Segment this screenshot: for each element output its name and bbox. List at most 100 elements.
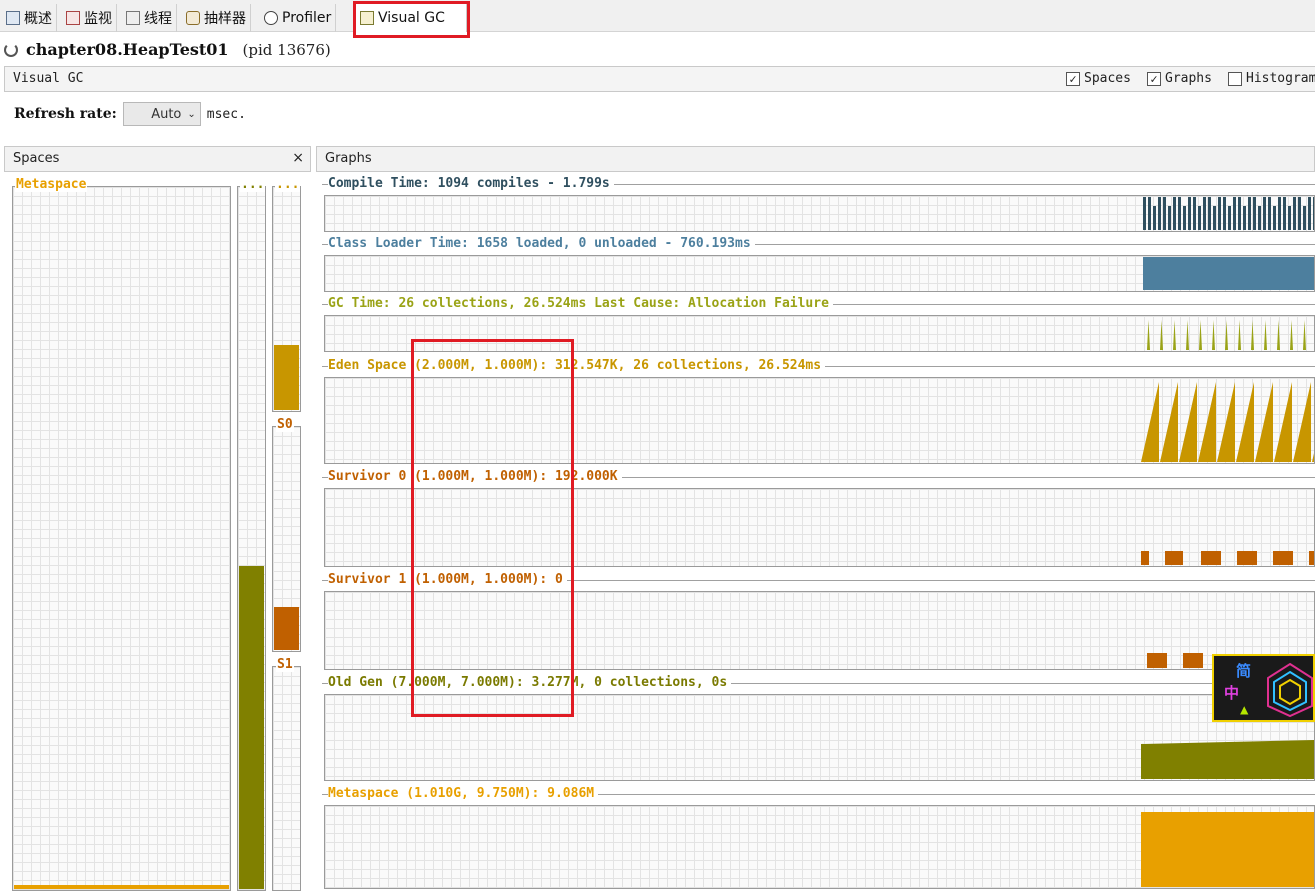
ime-badge[interactable]: 简 中 ▲ <box>1212 654 1315 722</box>
series-mark <box>1148 197 1151 230</box>
shirt-icon: ▲ <box>1240 702 1249 718</box>
visual-gc-header: Visual GC ✓ Spaces ✓ Graphs Histogram <box>4 66 1315 92</box>
old-gen-title: Old Gen (7.000M, 7.000M): 3.277M, 0 coll… <box>328 675 732 690</box>
s0-space-label: S0 <box>276 417 294 432</box>
series-mark <box>1237 551 1257 565</box>
s0-space-box <box>272 426 301 652</box>
old-space-box <box>237 186 266 891</box>
tab-visual-gc[interactable]: Visual GC <box>355 3 467 32</box>
tab-threads[interactable]: 线程 <box>122 4 177 32</box>
s1-space-box <box>272 666 301 891</box>
old-space-fill <box>239 565 264 889</box>
refresh-rate-label: Refresh rate: <box>14 106 117 122</box>
series-mark <box>1203 197 1206 230</box>
old-space-label: ... <box>240 177 266 192</box>
refresh-rate-value: Auto <box>151 106 182 122</box>
app-pid: (pid 13676) <box>242 40 331 59</box>
series-mark <box>1308 197 1311 230</box>
checkbox-unchecked-icon <box>1228 71 1242 86</box>
checkbox-label: Histogram <box>1246 71 1315 86</box>
s1-space-label: S1 <box>276 657 294 672</box>
survivor0-series <box>1141 551 1314 565</box>
series-mark <box>1143 197 1146 230</box>
series-mark <box>1193 197 1196 230</box>
series-area <box>1186 320 1189 350</box>
old-gen-series <box>1141 740 1314 779</box>
gc-time-graph <box>324 315 1315 352</box>
series-mark <box>1153 206 1156 230</box>
series-mark <box>1309 551 1314 565</box>
series-area <box>1277 320 1280 350</box>
series-mark <box>1303 206 1306 230</box>
series-mark <box>1273 206 1276 230</box>
tab-label: 监视 <box>84 11 112 27</box>
spaces-checkbox[interactable]: ✓ Spaces <box>1066 71 1131 86</box>
survivor1-title: Survivor 1 (1.000M, 1.000M): 0 <box>328 572 567 587</box>
checkbox-checked-icon: ✓ <box>1066 71 1080 86</box>
spaces-panel-title: Spaces <box>13 151 60 166</box>
survivor1-graph <box>324 591 1315 670</box>
series-mark <box>1158 197 1161 230</box>
series-mark <box>1263 197 1266 230</box>
tab-profiler[interactable]: Profiler <box>260 4 337 32</box>
metaspace-graph <box>324 805 1315 889</box>
compile-time-title: Compile Time: 1094 compiles - 1.799s <box>328 176 614 191</box>
tab-sampler[interactable]: 抽样器 <box>182 4 251 32</box>
series-mark <box>1313 197 1314 230</box>
refresh-rate-unit: msec. <box>206 106 246 122</box>
series-mark <box>1248 197 1251 230</box>
series-mark <box>1188 197 1191 230</box>
series-mark <box>1298 197 1301 230</box>
checkbox-label: Spaces <box>1084 71 1131 86</box>
graphs-checkbox[interactable]: ✓ Graphs <box>1147 71 1212 86</box>
series-mark <box>1243 206 1246 230</box>
series-mark <box>1173 197 1176 230</box>
refresh-rate-select[interactable]: Auto ⌄ <box>122 102 201 126</box>
cube-logo-icon <box>1267 662 1313 718</box>
series-area <box>1141 382 1314 462</box>
series-area <box>1173 320 1176 350</box>
series-mark <box>1178 197 1181 230</box>
checkbox-label: Graphs <box>1165 71 1212 86</box>
series-mark <box>1288 206 1291 230</box>
visual-gc-icon <box>360 11 374 25</box>
eden-space-series <box>1141 382 1314 462</box>
visual-gc-label: Visual GC <box>13 71 84 86</box>
class-loader-series <box>1143 257 1314 290</box>
metaspace-space-fill <box>14 885 229 889</box>
graphs-panel-header: Graphs <box>316 146 1315 172</box>
graphs-panel-title: Graphs <box>325 151 372 166</box>
series-area <box>1264 320 1267 350</box>
series-mark <box>1147 653 1167 668</box>
series-mark <box>1218 197 1221 230</box>
series-area <box>1147 320 1150 350</box>
series-area <box>1290 320 1293 350</box>
series-mark <box>1278 197 1281 230</box>
histogram-checkbox[interactable]: Histogram <box>1228 71 1315 86</box>
metaspace-space-box <box>12 186 231 891</box>
class-loader-title: Class Loader Time: 1658 loaded, 0 unload… <box>328 236 755 251</box>
series-area <box>1141 740 1314 779</box>
class-loader-graph <box>324 255 1315 292</box>
threads-icon <box>126 11 140 25</box>
tab-monitor[interactable]: 监视 <box>62 4 117 32</box>
refresh-rate-row: Refresh rate: Auto ⌄ msec. <box>14 102 246 126</box>
tab-label: Visual GC <box>378 10 445 26</box>
series-mark <box>1165 551 1183 565</box>
profiler-icon <box>264 11 278 25</box>
tab-overview[interactable]: 概述 <box>2 4 57 32</box>
monitor-icon <box>66 11 80 25</box>
series-mark <box>1201 551 1221 565</box>
compile-time-graph <box>324 195 1315 232</box>
series-mark <box>1258 206 1261 230</box>
eden-space-graph <box>324 377 1315 464</box>
series-mark <box>1228 206 1231 230</box>
tab-label: 概述 <box>24 11 52 27</box>
overview-icon <box>6 11 20 25</box>
survivor0-title: Survivor 0 (1.000M, 1.000M): 192.000K <box>328 469 622 484</box>
spaces-panel-header: Spaces × <box>4 146 311 172</box>
s0-space-fill <box>274 607 299 650</box>
survivor0-graph <box>324 488 1315 567</box>
old-gen-graph <box>324 694 1315 781</box>
close-icon[interactable]: × <box>292 150 304 166</box>
